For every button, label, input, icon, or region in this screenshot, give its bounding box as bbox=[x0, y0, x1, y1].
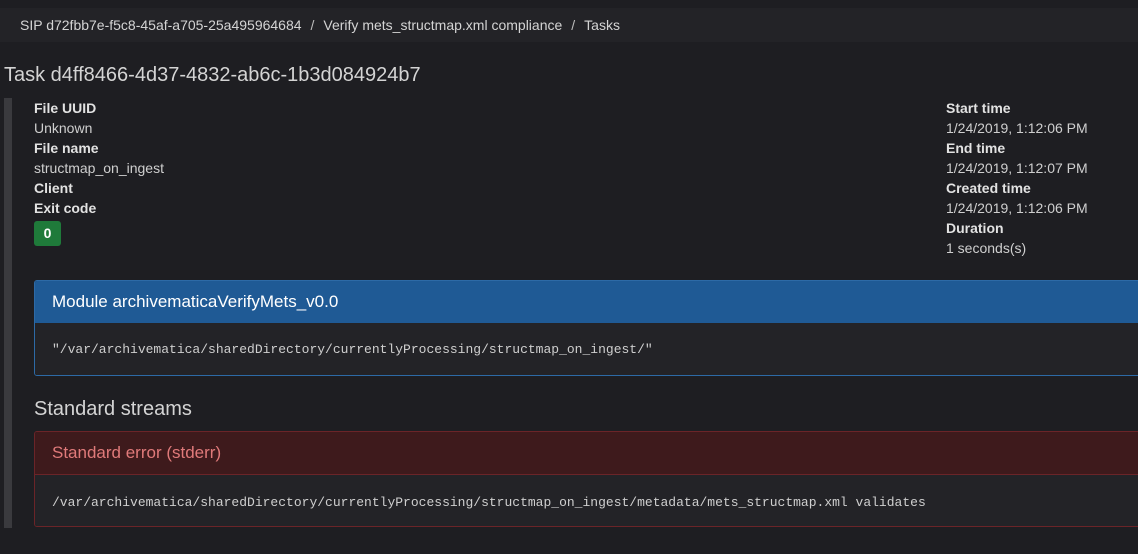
task-meta-right: Start time 1/24/2019, 1:12:06 PM End tim… bbox=[946, 98, 1088, 258]
standard-streams-title: Standard streams bbox=[34, 398, 192, 420]
page-title: Task d4ff8466-4d37-4832-ab6c-1b3d084924b… bbox=[4, 64, 421, 86]
module-panel-heading: Module archivematicaVerifyMets_v0.0 bbox=[35, 281, 1138, 323]
client-label: Client bbox=[34, 180, 73, 196]
file-uuid-label: File UUID bbox=[34, 100, 97, 116]
created-time-value: 1/24/2019, 1:12:06 PM bbox=[946, 200, 1088, 216]
breadcrumb-separator: / bbox=[571, 17, 576, 33]
module-panel: Module archivematicaVerifyMets_v0.0 "/va… bbox=[34, 280, 1138, 376]
module-panel-arguments: "/var/archivematica/sharedDirectory/curr… bbox=[35, 323, 1138, 375]
breadcrumb-separator: / bbox=[310, 17, 315, 33]
end-time-label: End time bbox=[946, 140, 1006, 156]
breadcrumb-job-link[interactable]: Verify mets_structmap.xml compliance bbox=[323, 17, 562, 33]
exit-code-label: Exit code bbox=[34, 200, 97, 216]
exit-code-badge: 0 bbox=[34, 221, 61, 246]
stderr-panel-output: /var/archivematica/sharedDirectory/curre… bbox=[35, 475, 1138, 526]
start-time-label: Start time bbox=[946, 100, 1011, 116]
breadcrumb-sip-link[interactable]: SIP d72fbb7e-f5c8-45af-a705-25a495964684 bbox=[20, 17, 302, 33]
stderr-panel-heading: Standard error (stderr) bbox=[35, 432, 1138, 475]
task-left-border bbox=[4, 98, 12, 528]
end-time-value: 1/24/2019, 1:12:07 PM bbox=[946, 160, 1088, 176]
stderr-panel: Standard error (stderr) /var/archivemati… bbox=[34, 431, 1138, 527]
duration-value: 1 seconds(s) bbox=[946, 240, 1027, 256]
breadcrumb: SIP d72fbb7e-f5c8-45af-a705-25a495964684… bbox=[0, 8, 1138, 42]
task-meta-left: File UUID Unknown File name structmap_on… bbox=[34, 98, 164, 246]
created-time-label: Created time bbox=[946, 180, 1031, 196]
file-uuid-value: Unknown bbox=[34, 120, 93, 136]
breadcrumb-current: Tasks bbox=[584, 17, 620, 33]
start-time-value: 1/24/2019, 1:12:06 PM bbox=[946, 120, 1088, 136]
file-name-value: structmap_on_ingest bbox=[34, 160, 164, 176]
file-name-label: File name bbox=[34, 140, 99, 156]
duration-label: Duration bbox=[946, 220, 1004, 236]
